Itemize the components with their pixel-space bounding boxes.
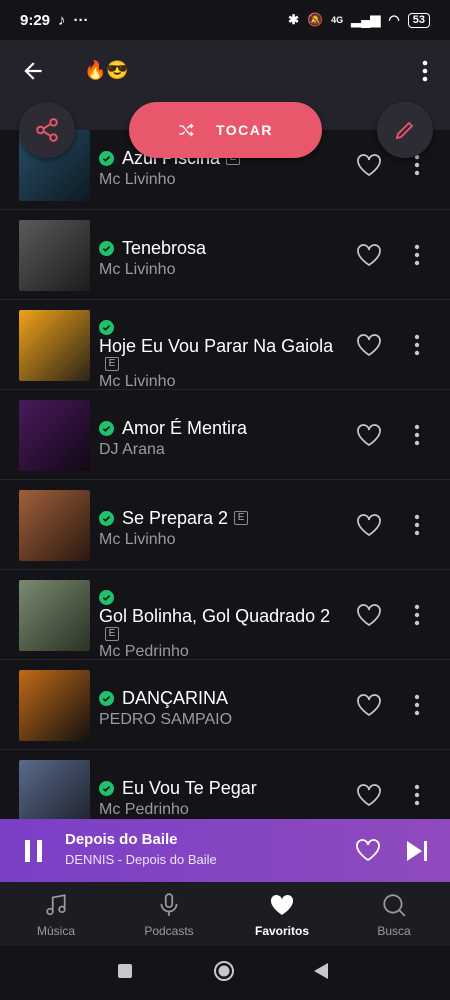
bottom-navigation: Música Podcasts Favoritos Busca: [0, 882, 450, 946]
track-title: Gol Bolinha, Gol Quadrado 2: [99, 606, 331, 626]
album-cover: [19, 400, 90, 471]
pause-icon[interactable]: [24, 839, 44, 863]
heart-icon[interactable]: [356, 783, 382, 807]
track-title: Hoje Eu Vou Parar Na Gaiola: [99, 336, 334, 356]
track-row[interactable]: DANÇARINA PEDRO SAMPAIO: [0, 660, 450, 750]
track-row[interactable]: Hoje Eu Vou Parar Na Gaiola E Mc Livinho: [0, 300, 450, 390]
nav-label: Música: [36, 924, 75, 938]
skip-next-icon[interactable]: [405, 839, 429, 863]
track-row[interactable]: Amor É Mentira DJ Arana: [0, 390, 450, 480]
recents-icon[interactable]: [117, 963, 133, 979]
track-artist: Mc Livinho: [99, 373, 176, 390]
heart-icon[interactable]: [356, 603, 382, 627]
more-options-icon[interactable]: [418, 58, 432, 84]
track-list[interactable]: Azul PiscinaEMc LivinhoTenebrosaMc Livin…: [0, 120, 450, 820]
verified-check-icon: [99, 150, 114, 166]
track-artist: Mc Livinho: [99, 261, 176, 278]
pencil-icon: [395, 121, 414, 140]
heart-icon[interactable]: [356, 153, 382, 177]
heart-icon[interactable]: [356, 513, 382, 537]
heart-icon[interactable]: [356, 423, 382, 447]
track-title: Amor É Mentira: [122, 418, 248, 438]
album-cover: [19, 220, 90, 291]
track-title: Tenebrosa: [122, 238, 207, 258]
shuffle-icon: [179, 123, 194, 137]
wifi-icon: ◠: [388, 12, 400, 27]
explicit-icon: E: [105, 357, 119, 371]
nav-tab-podcasts[interactable]: Podcasts: [129, 892, 209, 938]
microphone-icon: [160, 893, 178, 916]
track-row[interactable]: Se Prepara 2 E Mc Livinho: [0, 480, 450, 570]
track-artist: PEDRO SAMPAIO: [99, 711, 233, 728]
signal-icon: ▂▄▆: [351, 12, 381, 27]
explicit-icon: E: [234, 511, 249, 525]
verified-check-icon: [99, 690, 114, 706]
nav-tab-busca[interactable]: Busca: [354, 892, 434, 938]
verified-check-icon: [99, 510, 114, 526]
more-options-icon[interactable]: [410, 243, 424, 267]
search-icon: [383, 894, 406, 917]
share-icon: [36, 118, 58, 142]
heart-icon[interactable]: [356, 243, 382, 267]
nav-tab-favoritos[interactable]: Favoritos: [242, 892, 322, 938]
status-time: 9:29: [20, 11, 51, 29]
verified-check-icon: [99, 420, 114, 436]
back-arrow-icon[interactable]: [20, 58, 46, 84]
album-cover: [19, 310, 90, 381]
player-track-title: Depois do Baile: [65, 831, 178, 848]
status-bar: 9:29 ♪ ··· ✱ 🔕 4G ▂▄▆ ◠ 53: [0, 0, 450, 40]
mini-player[interactable]: Depois do Baile DENNIS - Depois do Baile: [0, 819, 450, 882]
more-options-icon[interactable]: [410, 423, 424, 447]
music-note-icon: [46, 894, 66, 916]
album-cover: [19, 580, 90, 651]
more-options-icon[interactable]: [410, 693, 424, 717]
album-cover: [19, 760, 90, 820]
nav-label: Podcasts: [144, 924, 194, 938]
track-artist: Mc Pedrinho: [99, 643, 189, 660]
more-notifications-icon: ···: [73, 11, 89, 29]
heart-icon: [270, 894, 294, 915]
nav-label: Favoritos: [254, 924, 309, 938]
album-cover: [19, 670, 90, 741]
album-cover: [19, 490, 90, 561]
track-row[interactable]: Tenebrosa Mc Livinho: [0, 210, 450, 300]
track-row[interactable]: Eu Vou Te Pegar Mc Pedrinho: [0, 750, 450, 820]
track-title: Eu Vou Te Pegar: [122, 778, 257, 798]
play-label: TOCAR: [215, 122, 274, 138]
track-artist: Mc Livinho: [99, 531, 176, 548]
track-title: Se Prepara 2: [122, 508, 229, 528]
page-title: 🔥😎: [84, 60, 129, 80]
more-options-icon[interactable]: [410, 783, 424, 807]
mute-icon: 🔕: [306, 12, 324, 27]
nav-tab-musica[interactable]: Música: [16, 892, 96, 938]
nav-label: Busca: [377, 924, 411, 938]
heart-icon[interactable]: [355, 838, 381, 862]
system-navigation-bar: [0, 946, 450, 1000]
verified-check-icon: [99, 240, 114, 256]
more-options-icon[interactable]: [410, 513, 424, 537]
track-row[interactable]: Gol Bolinha, Gol Quadrado 2 E Mc Pedrinho: [0, 570, 450, 660]
verified-check-icon: [99, 320, 114, 335]
track-artist: DJ Arana: [99, 441, 165, 458]
battery-icon: 53: [407, 12, 430, 28]
bluetooth-icon: ✱: [288, 12, 299, 27]
player-track-subtitle: DENNIS - Depois do Baile: [65, 852, 217, 867]
explicit-icon: E: [105, 627, 119, 641]
network-label: 4G: [331, 15, 344, 25]
share-button[interactable]: [19, 102, 75, 158]
edit-button[interactable]: [377, 102, 433, 158]
heart-icon[interactable]: [356, 693, 382, 717]
more-options-icon[interactable]: [410, 603, 424, 627]
track-artist: Mc Livinho: [99, 171, 176, 188]
back-triangle-icon[interactable]: [312, 962, 330, 980]
tiktok-icon: ♪: [58, 11, 66, 29]
verified-check-icon: [99, 590, 114, 605]
home-icon[interactable]: [213, 960, 235, 982]
track-title: DANÇARINA: [122, 688, 229, 708]
more-options-icon[interactable]: [410, 333, 424, 357]
shuffle-play-button[interactable]: TOCAR: [129, 102, 322, 158]
verified-check-icon: [99, 780, 114, 796]
track-artist: Mc Pedrinho: [99, 801, 189, 818]
heart-icon[interactable]: [356, 333, 382, 357]
